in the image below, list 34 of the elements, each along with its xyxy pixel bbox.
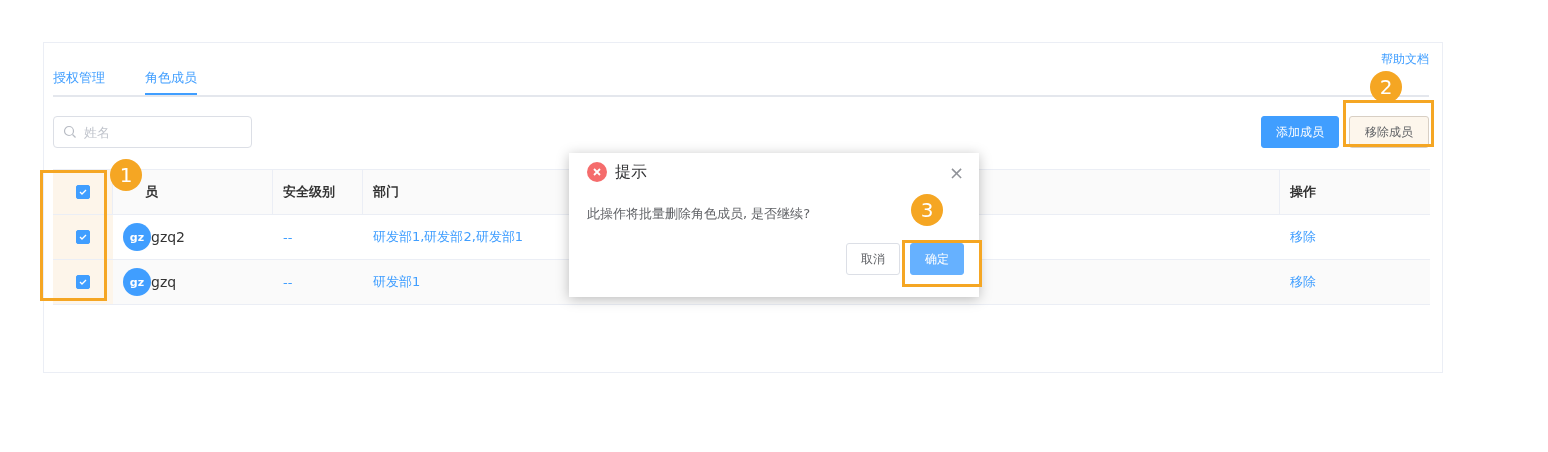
column-header: 安全级别 — [283, 183, 335, 201]
checkbox[interactable] — [76, 230, 90, 244]
check-icon — [78, 277, 88, 287]
avatar: gz — [123, 223, 151, 251]
remove-link[interactable]: 移除 — [1290, 228, 1316, 246]
step-badge: 2 — [1370, 71, 1402, 103]
toolbar-button[interactable]: 添加成员 — [1261, 116, 1339, 148]
checkbox[interactable] — [75, 185, 90, 199]
search-icon — [63, 125, 77, 139]
dialog-button[interactable]: 取消 — [846, 243, 900, 275]
remove-link[interactable]: 移除 — [1290, 273, 1316, 291]
department-link[interactable]: 研发部1 — [373, 273, 421, 291]
column-header: 部门 — [373, 183, 399, 201]
table-cell: -- — [283, 274, 293, 290]
member-name: gzq2 — [151, 229, 186, 245]
check-icon — [78, 232, 88, 242]
error-icon — [587, 162, 607, 182]
table-cell: -- — [283, 229, 293, 245]
check-icon — [77, 187, 88, 197]
department-link[interactable]: 研发部1,研发部2,研发部1 — [373, 228, 524, 246]
step-badge: 1 — [110, 159, 142, 191]
tab[interactable]: 角色成员 — [145, 69, 197, 95]
column-header: 员 — [145, 183, 158, 201]
checkbox[interactable] — [76, 275, 90, 289]
column-header: 操作 — [1290, 183, 1316, 201]
dialog-button[interactable]: 确定 — [910, 243, 964, 275]
dialog-message: 此操作将批量删除角色成员, 是否继续? — [587, 205, 811, 223]
avatar: gz — [123, 268, 151, 296]
member-name: gzq — [151, 274, 177, 290]
help-link[interactable]: 帮助文档 — [1381, 51, 1429, 69]
close-button[interactable]: × — [948, 161, 964, 183]
tab[interactable]: 授权管理 — [53, 69, 105, 95]
search-field[interactable]: 姓名 — [53, 116, 252, 148]
dialog-title: 提示 — [615, 161, 647, 183]
